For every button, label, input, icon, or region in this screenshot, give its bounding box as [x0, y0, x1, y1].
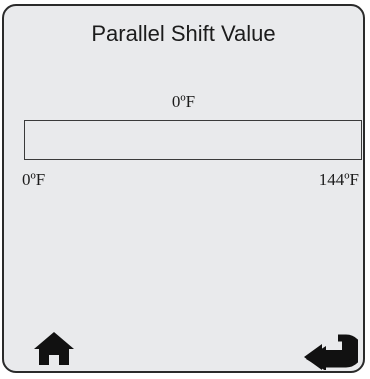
page-title: Parallel Shift Value [91, 21, 276, 46]
current-value-readout: 0ºF [171, 92, 196, 111]
range-max-label: 144ºF [318, 170, 359, 189]
parallel-shift-screen: Parallel Shift Value 0ºF 0ºF 144ºF [2, 4, 365, 373]
value-slider-bar[interactable] [24, 120, 362, 160]
home-icon [34, 332, 74, 365]
home-button[interactable] [32, 328, 76, 368]
back-button[interactable] [302, 330, 363, 371]
range-min-label: 0ºF [22, 170, 46, 189]
return-arrow-icon [304, 334, 363, 371]
